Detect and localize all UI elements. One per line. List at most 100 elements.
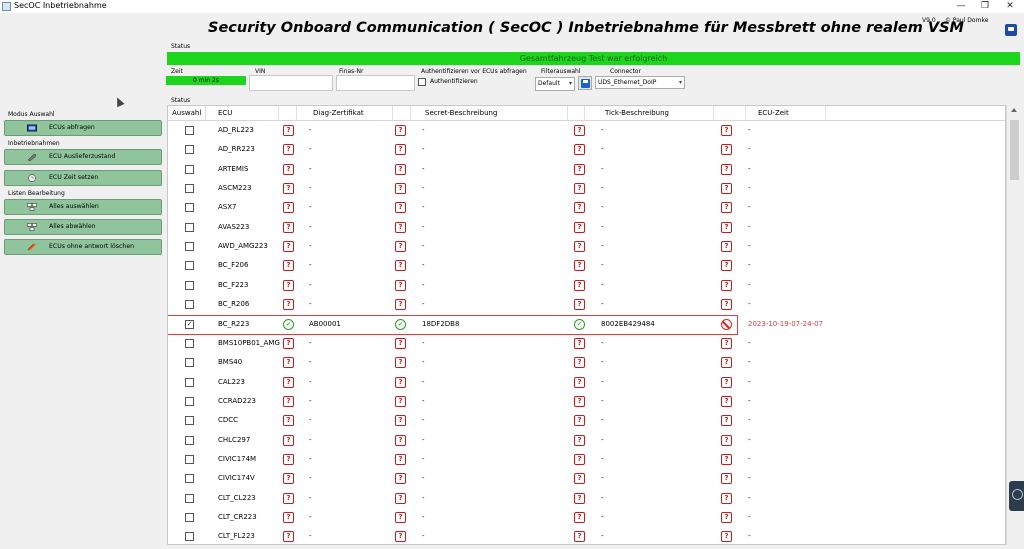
table-row[interactable]: BC_R206? -? -? -? - [168,295,1005,314]
row-checkbox[interactable] [185,493,194,503]
unknown-status-icon: ? [574,260,585,272]
column-header-status-2[interactable] [393,106,411,120]
save-icon[interactable] [578,76,592,90]
table-row[interactable]: AVAS223? -? -? -? - [168,218,1005,237]
unknown-status-icon: ? [283,163,294,175]
table-row[interactable]: AWD_AMG223? -? -? -? - [168,237,1005,256]
column-header-diag-zertifikat[interactable]: Diag-Zertifikat [297,106,393,120]
connection-icon[interactable] [1005,24,1017,36]
scroll-up-icon[interactable] [1011,108,1017,112]
alles-abwaehlen-label: Alles abwählen [49,223,96,230]
secret-beschreibung-value: - [422,126,425,134]
ecu-name: CIVIC174V [218,474,255,483]
row-checkbox[interactable] [185,164,194,174]
diag-zertifikat-value: - [309,493,312,502]
deselect-all-icon [27,223,37,231]
table-row[interactable]: CLT_CR223? -? -? -? - [168,508,1005,527]
ecu-zeit-value: - [748,358,751,367]
table-row[interactable]: BMS10PB01_AMG? -? -? -? - [168,334,1005,353]
table-row[interactable]: CAL223? -? -? -? - [168,373,1005,392]
column-header-ecu[interactable]: ECU [206,106,279,120]
auth-checkbox[interactable] [418,78,426,86]
secret-beschreibung-value: - [422,184,425,193]
row-checkbox[interactable] [185,454,194,464]
scrollbar-thumb[interactable] [1010,120,1019,180]
table-row[interactable]: BMS40? -? -? -? - [168,353,1005,372]
unknown-status-icon: ? [574,357,585,369]
tray-widget-icon[interactable] [1009,481,1024,511]
table-row[interactable]: CCRAD223? -? -? -? - [168,392,1005,411]
vertical-scrollbar[interactable] [1006,105,1021,545]
maximize-button[interactable]: ❐ [976,0,994,13]
row-checkbox[interactable] [185,435,194,445]
ecu-auslieferzustand-button[interactable]: ECU Auslieferzustand [4,149,162,165]
row-checkbox[interactable] [185,338,194,348]
diag-zertifikat-value: - [309,261,312,270]
unknown-status-icon: ? [395,144,406,156]
secret-beschreibung-value: - [422,532,425,541]
row-checkbox[interactable] [185,416,194,426]
row-checkbox[interactable]: ✓ [185,319,194,329]
table-row[interactable]: CIVIC174V? -? -? -? - [168,469,1005,488]
table-row[interactable]: CIVIC174M? -? -? -? - [168,450,1005,469]
ecu-name: BMS10PB01_AMG [218,338,280,347]
unknown-status-icon: ? [395,163,406,175]
table-row[interactable]: ASCM223? -? -? -? - [168,179,1005,198]
ecus-abfragen-button[interactable]: ECUs abfragen [4,120,162,136]
table-row[interactable]: ASX7? -? -? -? - [168,198,1005,217]
diag-zertifikat-value: - [309,338,312,347]
ecu-name: AWD_AMG223 [218,242,268,251]
row-checkbox[interactable] [185,474,194,484]
table-row[interactable]: CLT_CL223? -? -? -? - [168,489,1005,508]
column-header-status-1[interactable] [279,106,297,120]
row-checkbox[interactable] [185,126,194,135]
table-row[interactable]: CLT_FL223? -? -? -? - [168,527,1005,544]
row-checkbox[interactable] [185,261,194,271]
ecu-zeit-setzen-button[interactable]: ECU Zeit setzen [4,170,162,186]
row-checkbox[interactable] [185,222,194,232]
unknown-status-icon: ? [395,357,406,369]
table-row[interactable]: ✓ BC_R223 ✓ AB00001 ✓ 18DF2DB8 ✓ 8002EB429484 20… [168,314,1005,335]
column-header-ecu-zeit[interactable]: ECU-Zeit [746,106,826,120]
row-checkbox[interactable] [185,184,194,194]
table-row[interactable]: CHLC297? -? -? -? - [168,431,1005,450]
column-header-auswahl[interactable]: Auswahl [168,106,206,120]
table-row[interactable]: ARTEMIS? -? -? -? - [168,160,1005,179]
table-row[interactable]: AD_RL223? -? -? -? - [168,121,1005,140]
alles-abwaehlen-button[interactable]: Alles abwählen [4,219,162,235]
column-header-secret-beschreibung[interactable]: Secret-Beschreibung [411,106,568,120]
table-row[interactable]: AD_RR223? -? -? -? - [168,140,1005,159]
unknown-status-icon: ? [574,376,585,388]
row-checkbox[interactable] [185,396,194,406]
row-checkbox[interactable] [185,242,194,252]
minimize-button[interactable]: — [952,0,970,13]
row-checkbox[interactable] [185,513,194,522]
alles-auswaehlen-button[interactable]: Alles auswählen [4,199,162,215]
tick-beschreibung-value: - [601,280,604,289]
tick-beschreibung-value: - [601,184,604,193]
ecu-auslieferzustand-label: ECU Auslieferzustand [49,153,116,160]
column-header-status-4[interactable] [714,106,746,120]
row-checkbox[interactable] [185,377,194,387]
tick-beschreibung-value: - [601,513,604,521]
secret-beschreibung-value: - [422,164,425,173]
ecus-ohne-antwort-loeschen-button[interactable]: ECUs ohne antwort löschen [4,239,162,255]
table-row[interactable]: BC_F223? -? -? -? - [168,276,1005,295]
column-header-tick-beschreibung[interactable]: Tick-Beschreibung [585,106,714,120]
secret-beschreibung-value: - [422,474,425,483]
row-checkbox[interactable] [185,358,194,368]
row-checkbox[interactable] [185,203,194,213]
ecu-zeit-value: - [748,184,751,193]
filter-select[interactable]: Default ▾ [535,77,575,91]
table-row[interactable]: CDCC? -? -? -? - [168,411,1005,430]
row-checkbox[interactable] [185,300,194,310]
row-checkbox[interactable] [185,532,194,542]
unknown-status-icon: ? [395,260,406,272]
unknown-status-icon: ? [721,337,732,349]
close-button[interactable]: ✕ [1001,0,1019,13]
table-row[interactable]: BC_F206? -? -? -? - [168,256,1005,275]
column-header-status-3[interactable] [568,106,585,120]
row-checkbox[interactable] [185,280,194,290]
row-checkbox[interactable] [185,145,194,155]
connector-select[interactable]: UDS_Ethernet_DoIP ▾ [595,76,685,89]
